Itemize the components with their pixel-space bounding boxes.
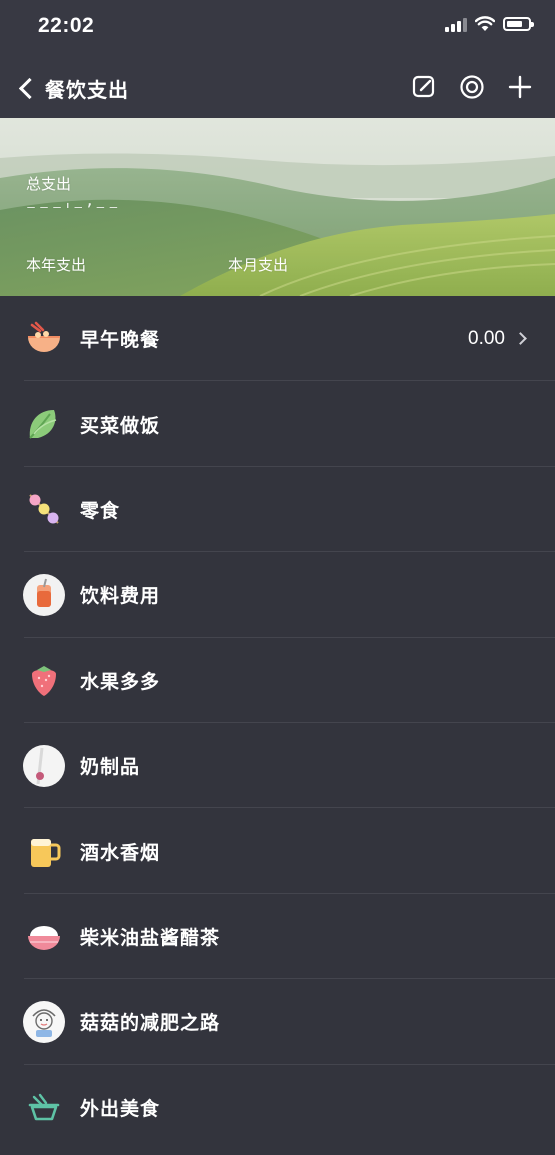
cartoon-avatar-icon	[22, 1000, 66, 1044]
list-item-alcohol-tobacco[interactable]: 酒水香烟	[0, 808, 555, 895]
list-item-breakfast-lunch-dinner[interactable]: 早午晚餐 0.00	[0, 296, 555, 382]
plus-icon[interactable]	[507, 74, 533, 100]
list-item-label: 买菜做饭	[80, 414, 161, 437]
month-expense-label: 本月支出	[228, 256, 289, 274]
list-item-label: 外出美食	[80, 1097, 161, 1120]
list-item-label: 零食	[80, 499, 121, 522]
list-item-drinks[interactable]: 饮料费用	[0, 552, 555, 638]
hero-banner: 总支出 ⁻⁻⁻ˈ⁻ʼ⁻⁻ 本年支出 本月支出	[0, 118, 555, 296]
signal-icon	[445, 16, 467, 32]
target-icon[interactable]	[459, 74, 485, 100]
year-expense-label: 本年支出	[26, 256, 87, 274]
total-expense-value: ⁻⁻⁻ˈ⁻ʼ⁻⁻	[26, 200, 122, 222]
vegetable-leaf-icon	[22, 402, 66, 446]
category-list: 早午晚餐 0.00 买菜做饭 零食 饮料费用 水果多多 奶制品 酒水香烟 柴米油…	[0, 296, 555, 1150]
list-item-label: 柴米油盐酱醋茶	[80, 926, 221, 949]
milk-icon	[22, 744, 66, 788]
edit-icon[interactable]	[411, 74, 437, 100]
list-item-fruits[interactable]: 水果多多	[0, 638, 555, 724]
list-item-label: 菇菇的减肥之路	[80, 1012, 221, 1035]
strawberry-icon	[22, 658, 66, 702]
chevron-left-icon	[18, 77, 41, 100]
drink-cup-icon	[22, 573, 66, 617]
page-title: 餐饮支出	[45, 78, 129, 102]
takeout-bowl-icon	[22, 1085, 66, 1129]
list-item-grocery-cooking[interactable]: 买菜做饭	[0, 381, 555, 468]
rice-bowl-icon	[22, 914, 66, 958]
status-bar: 22:02	[0, 0, 555, 56]
list-item-diet-journey[interactable]: 菇菇的减肥之路	[0, 979, 555, 1065]
list-item-label: 饮料费用	[80, 585, 161, 608]
beer-mug-icon	[22, 829, 66, 873]
chevron-right-icon	[514, 332, 527, 346]
list-item-label: 水果多多	[80, 670, 161, 693]
noodle-bowl-icon	[22, 317, 66, 361]
nav-bar: 餐饮支出	[0, 56, 555, 118]
list-item-label: 酒水香烟	[80, 841, 161, 864]
list-item-label: 早午晚餐	[80, 329, 161, 352]
battery-icon	[503, 17, 534, 31]
list-item-daily-necessities[interactable]: 柴米油盐酱醋茶	[0, 894, 555, 980]
wifi-icon	[475, 16, 495, 31]
list-item-snacks[interactable]: 零食	[0, 467, 555, 553]
back-button[interactable]: 餐饮支出	[16, 74, 129, 103]
status-time: 22:02	[38, 14, 95, 37]
list-item-dairy[interactable]: 奶制品	[0, 723, 555, 809]
total-expense-label: 总支出	[26, 175, 72, 193]
status-icons	[445, 16, 534, 32]
nav-actions	[411, 74, 533, 100]
list-item-label: 奶制品	[80, 756, 141, 779]
list-item-amount: 0.00	[468, 327, 505, 349]
list-item-dining-out[interactable]: 外出美食	[0, 1065, 555, 1150]
candy-skewer-icon	[22, 487, 66, 531]
